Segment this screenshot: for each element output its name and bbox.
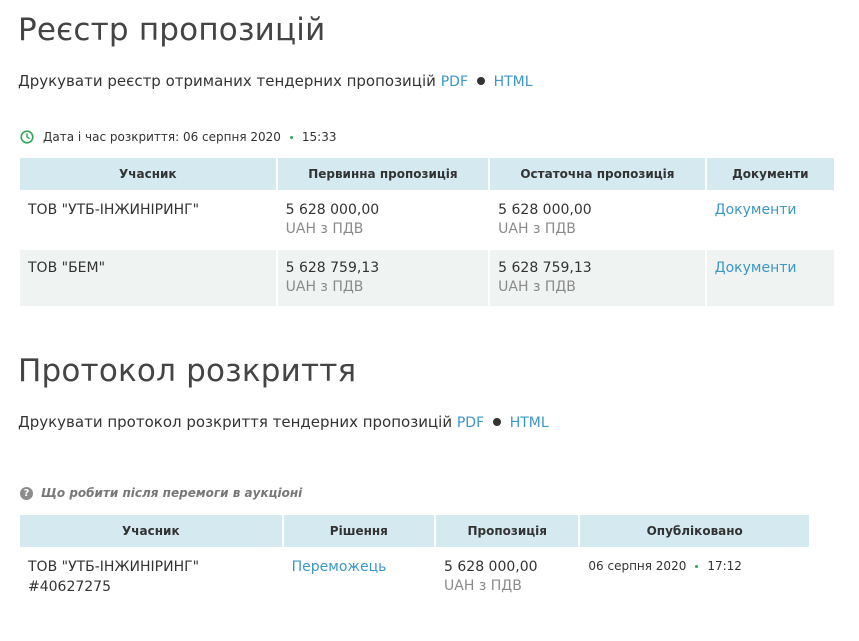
separator-dot	[289, 135, 293, 139]
table-header-row: Учасник Первинна пропозиція Остаточна пр…	[20, 158, 834, 190]
registry-print-text: Друкувати реєстр отриманих тендерних про…	[18, 72, 436, 90]
final-offer-currency: UAH з ПДВ	[498, 279, 576, 295]
registry-table: Учасник Первинна пропозиція Остаточна пр…	[18, 156, 836, 308]
opening-time: 15:33	[301, 130, 337, 144]
published-time: 17:12	[707, 559, 742, 573]
table-header-row: Учасник Рішення Пропозиція Опубліковано	[20, 515, 809, 547]
protocol-title: Протокол розкриття	[18, 353, 357, 389]
initial-offer-currency: UAH з ПДВ	[285, 279, 364, 295]
column-header-participant: Учасник	[20, 515, 282, 547]
documents-link[interactable]: Документи	[715, 260, 797, 276]
participant-name: ТОВ "УТБ-ІНЖИНІРИНГ"	[28, 202, 200, 218]
help-link[interactable]: ? Що робити після перемоги в аукціоні	[20, 486, 302, 500]
offer-currency: UAH з ПДВ	[444, 578, 522, 594]
column-header-final-offer: Остаточна пропозиція	[490, 158, 705, 190]
documents-cell: Документи	[707, 192, 834, 248]
column-header-decision: Рішення	[283, 515, 435, 547]
published-date: 06 серпня 2020	[588, 559, 687, 573]
participant-cell: ТОВ "БЕМ"	[20, 250, 276, 306]
decision-cell: Переможець	[284, 549, 434, 611]
separator-dot	[476, 76, 485, 85]
offer-cell: 5 628 000,00 UAH з ПДВ	[436, 549, 578, 611]
clock-icon	[20, 130, 34, 144]
published-datetime: 06 серпня 2020 17:12	[588, 559, 801, 573]
participant-name: ТОВ "УТБ-ІНЖИНІРИНГ"	[28, 559, 200, 575]
initial-offer-amount: 5 628 759,13	[285, 260, 380, 276]
published-cell: 06 серпня 2020 17:12	[580, 549, 809, 611]
protocol-print-line: Друкувати протокол розкриття тендерних п…	[18, 413, 549, 431]
registry-html-link[interactable]: HTML	[494, 74, 533, 90]
decision-link[interactable]: Переможець	[292, 559, 387, 575]
registry-pdf-link[interactable]: PDF	[441, 74, 468, 90]
protocol-print-text: Друкувати протокол розкриття тендерних п…	[18, 413, 453, 431]
opening-datetime: Дата і час розкриття: 06 серпня 2020 15:…	[20, 130, 337, 144]
protocol-pdf-link[interactable]: PDF	[457, 415, 484, 431]
participant-cell: ТОВ "УТБ-ІНЖИНІРИНГ"	[20, 192, 276, 248]
table-row: ТОВ "БЕМ" 5 628 759,13 UAH з ПДВ 5 628 7…	[20, 250, 834, 306]
initial-offer-currency: UAH з ПДВ	[285, 221, 364, 237]
question-icon: ?	[20, 486, 33, 500]
initial-offer-cell: 5 628 000,00 UAH з ПДВ	[278, 192, 489, 248]
separator-dot	[695, 564, 699, 568]
column-header-published: Опубліковано	[580, 515, 809, 547]
final-offer-currency: UAH з ПДВ	[498, 221, 576, 237]
registry-print-line: Друкувати реєстр отриманих тендерних про…	[18, 72, 533, 90]
offer-amount: 5 628 000,00	[444, 559, 538, 575]
documents-link[interactable]: Документи	[715, 202, 797, 218]
column-header-initial-offer: Первинна пропозиція	[277, 158, 489, 190]
help-link-text[interactable]: Що робити після перемоги в аукціоні	[41, 486, 302, 500]
separator-dot	[492, 417, 501, 426]
table-row: ТОВ "УТБ-ІНЖИНІРИНГ" 5 628 000,00 UAH з …	[20, 192, 834, 248]
initial-offer-amount: 5 628 000,00	[285, 202, 380, 218]
final-offer-cell: 5 628 000,00 UAH з ПДВ	[490, 192, 705, 248]
participant-cell: ТОВ "УТБ-ІНЖИНІРИНГ" #40627275	[20, 549, 282, 611]
final-offer-amount: 5 628 000,00	[498, 202, 592, 218]
opening-date-label: Дата і час розкриття: 06 серпня 2020	[43, 130, 281, 144]
table-row: ТОВ "УТБ-ІНЖИНІРИНГ" #40627275 Переможец…	[20, 549, 809, 611]
final-offer-cell: 5 628 759,13 UAH з ПДВ	[490, 250, 705, 306]
final-offer-amount: 5 628 759,13	[498, 260, 592, 276]
protocol-html-link[interactable]: HTML	[510, 415, 549, 431]
initial-offer-cell: 5 628 759,13 UAH з ПДВ	[277, 250, 489, 306]
column-header-participant: Учасник	[20, 158, 276, 190]
participant-name: ТОВ "БЕМ"	[28, 260, 106, 276]
column-header-offer: Пропозиція	[436, 515, 579, 547]
participant-edrpou: #40627275	[28, 579, 111, 595]
protocol-table: Учасник Рішення Пропозиція Опубліковано …	[18, 513, 811, 613]
registry-title: Реєстр пропозицій	[18, 12, 326, 48]
column-header-documents: Документи	[706, 158, 834, 190]
documents-cell: Документи	[706, 250, 834, 306]
